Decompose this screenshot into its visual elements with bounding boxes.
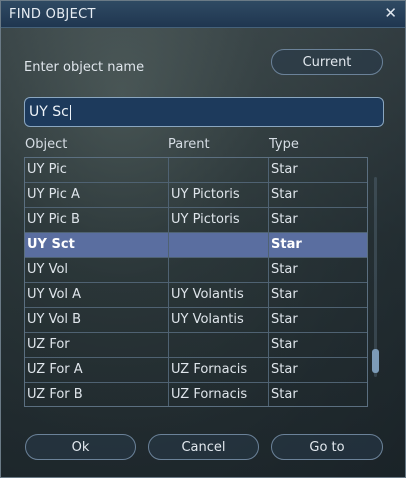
table-row[interactable]: UY Pic B UY Pictoris Star: [25, 208, 367, 233]
cell-type: Star: [271, 287, 298, 302]
column-divider: [268, 283, 269, 307]
cell-type: Star: [271, 187, 298, 202]
table-row[interactable]: UZ For B UZ Fornacis Star: [25, 383, 367, 406]
column-divider: [268, 333, 269, 357]
column-divider: [168, 208, 169, 232]
column-divider: [268, 358, 269, 382]
column-divider: [168, 308, 169, 332]
results-table: UY Pic Star UY Pic A UY Pictoris Star UY Pic …: [24, 157, 368, 407]
cell-object: UY Sct: [27, 237, 75, 252]
cell-object: UZ For B: [27, 387, 83, 402]
column-divider: [168, 158, 169, 182]
column-header-object[interactable]: Object: [25, 137, 67, 152]
title-bar[interactable]: FIND OBJECT ✕: [1, 1, 405, 28]
cell-type: Star: [271, 212, 298, 227]
column-divider: [168, 383, 169, 406]
cell-object: UZ For: [27, 337, 70, 352]
close-icon[interactable]: ✕: [384, 4, 397, 22]
cancel-button[interactable]: Cancel: [148, 434, 259, 460]
column-header-parent[interactable]: Parent: [168, 137, 210, 152]
current-button[interactable]: Current: [271, 49, 383, 75]
column-divider: [268, 383, 269, 406]
cell-object: UY Pic A: [27, 187, 80, 202]
table-row[interactable]: UY Sct Star: [25, 233, 367, 258]
column-divider: [168, 183, 169, 207]
cell-type: Star: [271, 312, 298, 327]
column-divider: [268, 158, 269, 182]
cell-parent: UY Pictoris: [171, 212, 240, 227]
cell-object: UY Vol: [27, 262, 69, 277]
cell-type: Star: [271, 262, 298, 277]
cell-parent: [171, 258, 267, 282]
table-row[interactable]: UZ For Star: [25, 333, 367, 358]
ok-button[interactable]: Ok: [25, 434, 136, 460]
cell-parent: UY Volantis: [171, 287, 244, 302]
column-divider: [168, 283, 169, 307]
table-row[interactable]: UZ For A UZ Fornacis Star: [25, 358, 367, 383]
cell-parent: UY Volantis: [171, 312, 244, 327]
table-row[interactable]: UY Vol Star: [25, 258, 367, 283]
dialog-title: FIND OBJECT: [9, 7, 96, 22]
object-name-input[interactable]: UY Sc: [24, 97, 384, 127]
cell-parent: [171, 233, 267, 257]
cell-parent: UZ Fornacis: [171, 362, 248, 377]
column-divider: [268, 183, 269, 207]
table-row[interactable]: UY Pic A UY Pictoris Star: [25, 183, 367, 208]
column-divider: [268, 233, 269, 257]
cell-parent: UY Pictoris: [171, 187, 240, 202]
cell-type: Star: [271, 362, 298, 377]
cell-parent: [171, 158, 267, 182]
text-caret: [69, 104, 71, 120]
find-object-dialog: FIND OBJECT ✕ Enter object name Current …: [0, 0, 406, 478]
table-row[interactable]: UY Pic Star: [25, 158, 367, 183]
scrollbar-thumb[interactable]: [372, 349, 379, 373]
cell-object: UY Pic: [27, 162, 67, 177]
cell-object: UZ For A: [27, 362, 83, 377]
cell-object: UY Vol B: [27, 312, 82, 327]
column-divider: [268, 258, 269, 282]
scrollbar-track[interactable]: [374, 177, 377, 377]
cell-type: Star: [271, 237, 302, 252]
column-divider: [168, 233, 169, 257]
table-row[interactable]: UY Vol B UY Volantis Star: [25, 308, 367, 333]
cell-type: Star: [271, 162, 298, 177]
column-divider: [268, 308, 269, 332]
cell-type: Star: [271, 337, 298, 352]
column-divider: [168, 358, 169, 382]
cell-type: Star: [271, 387, 298, 402]
column-divider: [168, 333, 169, 357]
column-divider: [168, 258, 169, 282]
object-name-label: Enter object name: [24, 60, 145, 75]
go-to-button[interactable]: Go to: [271, 434, 383, 460]
column-header-type[interactable]: Type: [269, 137, 299, 152]
column-divider: [268, 208, 269, 232]
cell-object: UY Pic B: [27, 212, 80, 227]
table-row[interactable]: UY Vol A UY Volantis Star: [25, 283, 367, 308]
cell-object: UY Vol A: [27, 287, 82, 302]
cell-parent: UZ Fornacis: [171, 387, 248, 402]
search-value: UY Sc: [29, 104, 69, 120]
cell-parent: [171, 333, 267, 357]
